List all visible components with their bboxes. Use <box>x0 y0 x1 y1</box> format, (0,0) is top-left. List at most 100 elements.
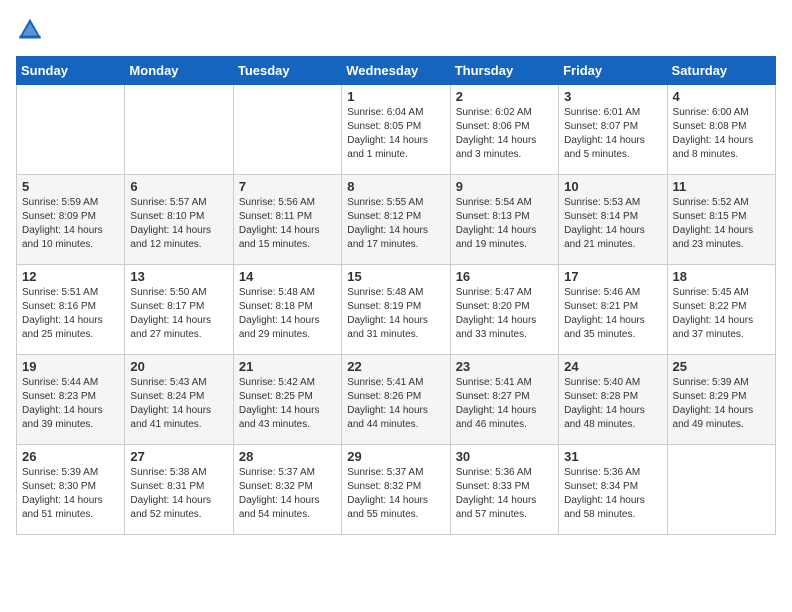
calendar-cell <box>667 445 775 535</box>
calendar-cell: 9 Sunrise: 5:54 AM Sunset: 8:13 PM Daylig… <box>450 175 558 265</box>
cell-content: Sunrise: 5:39 AM Sunset: 8:30 PM Dayligh… <box>22 466 119 522</box>
calendar-cell: 30 Sunrise: 5:36 AM Sunset: 8:33 PM Dayli… <box>450 445 558 535</box>
cell-content: Sunrise: 5:47 AM Sunset: 8:20 PM Dayligh… <box>456 286 553 342</box>
calendar-cell: 25 Sunrise: 5:39 AM Sunset: 8:29 PM Dayli… <box>667 355 775 445</box>
calendar-cell: 31 Sunrise: 5:36 AM Sunset: 8:34 PM Dayli… <box>559 445 667 535</box>
cell-content: Sunrise: 5:50 AM Sunset: 8:17 PM Dayligh… <box>130 286 227 342</box>
calendar-cell: 24 Sunrise: 5:40 AM Sunset: 8:28 PM Dayli… <box>559 355 667 445</box>
calendar-cell: 7Sunrise: 5:56 AM Sunset: 8:11 PM Daylig… <box>233 175 341 265</box>
calendar-cell: 26Sunrise: 5:39 AM Sunset: 8:30 PM Dayli… <box>17 445 125 535</box>
day-number: 21 <box>239 359 336 374</box>
day-number: 5 <box>22 179 119 194</box>
day-number: 24 <box>564 359 661 374</box>
day-number: 22 <box>347 359 444 374</box>
calendar-cell: 6 Sunrise: 5:57 AM Sunset: 8:10 PM Daylig… <box>125 175 233 265</box>
calendar-cell: 29 Sunrise: 5:37 AM Sunset: 8:32 PM Dayli… <box>342 445 450 535</box>
day-number: 17 <box>564 269 661 284</box>
day-header-monday: Monday <box>125 57 233 85</box>
cell-content: Sunrise: 5:54 AM Sunset: 8:13 PM Dayligh… <box>456 196 553 252</box>
calendar-cell: 20 Sunrise: 5:43 AM Sunset: 8:24 PM Dayli… <box>125 355 233 445</box>
day-header-wednesday: Wednesday <box>342 57 450 85</box>
day-number: 13 <box>130 269 227 284</box>
day-headers-row: SundayMondayTuesdayWednesdayThursdayFrid… <box>17 57 776 85</box>
cell-content: Sunrise: 5:43 AM Sunset: 8:24 PM Dayligh… <box>130 376 227 432</box>
day-header-saturday: Saturday <box>667 57 775 85</box>
day-number: 23 <box>456 359 553 374</box>
calendar-cell: 15 Sunrise: 5:48 AM Sunset: 8:19 PM Dayli… <box>342 265 450 355</box>
cell-content: Sunrise: 5:55 AM Sunset: 8:12 PM Dayligh… <box>347 196 444 252</box>
cell-content: Sunrise: 5:57 AM Sunset: 8:10 PM Dayligh… <box>130 196 227 252</box>
calendar-cell: 17 Sunrise: 5:46 AM Sunset: 8:21 PM Dayli… <box>559 265 667 355</box>
calendar-cell: 5 Sunrise: 5:59 AM Sunset: 8:09 PM Daylig… <box>17 175 125 265</box>
calendar-cell: 8 Sunrise: 5:55 AM Sunset: 8:12 PM Daylig… <box>342 175 450 265</box>
day-header-sunday: Sunday <box>17 57 125 85</box>
cell-content: Sunrise: 5:42 AM Sunset: 8:25 PM Dayligh… <box>239 376 336 432</box>
cell-content: Sunrise: 5:40 AM Sunset: 8:28 PM Dayligh… <box>564 376 661 432</box>
cell-content: Sunrise: 6:01 AM Sunset: 8:07 PM Dayligh… <box>564 106 661 162</box>
calendar-cell: 4 Sunrise: 6:00 AM Sunset: 8:08 PM Daylig… <box>667 85 775 175</box>
calendar-week-row: 26Sunrise: 5:39 AM Sunset: 8:30 PM Dayli… <box>17 445 776 535</box>
day-number: 2 <box>456 89 553 104</box>
calendar-cell: 10Sunrise: 5:53 AM Sunset: 8:14 PM Dayli… <box>559 175 667 265</box>
day-number: 16 <box>456 269 553 284</box>
calendar-cell: 21 Sunrise: 5:42 AM Sunset: 8:25 PM Dayli… <box>233 355 341 445</box>
day-number: 15 <box>347 269 444 284</box>
calendar-week-row: 5 Sunrise: 5:59 AM Sunset: 8:09 PM Daylig… <box>17 175 776 265</box>
day-header-thursday: Thursday <box>450 57 558 85</box>
calendar-cell <box>17 85 125 175</box>
calendar-cell: 28Sunrise: 5:37 AM Sunset: 8:32 PM Dayli… <box>233 445 341 535</box>
cell-content: Sunrise: 6:00 AM Sunset: 8:08 PM Dayligh… <box>673 106 770 162</box>
calendar-cell: 14 Sunrise: 5:48 AM Sunset: 8:18 PM Dayli… <box>233 265 341 355</box>
cell-content: Sunrise: 5:48 AM Sunset: 8:19 PM Dayligh… <box>347 286 444 342</box>
cell-content: Sunrise: 5:45 AM Sunset: 8:22 PM Dayligh… <box>673 286 770 342</box>
cell-content: Sunrise: 5:36 AM Sunset: 8:34 PM Dayligh… <box>564 466 661 522</box>
calendar-cell: 16 Sunrise: 5:47 AM Sunset: 8:20 PM Dayli… <box>450 265 558 355</box>
logo-icon <box>16 16 44 44</box>
cell-content: Sunrise: 5:41 AM Sunset: 8:26 PM Dayligh… <box>347 376 444 432</box>
day-number: 29 <box>347 449 444 464</box>
day-number: 14 <box>239 269 336 284</box>
calendar-week-row: 19Sunrise: 5:44 AM Sunset: 8:23 PM Dayli… <box>17 355 776 445</box>
day-number: 20 <box>130 359 227 374</box>
cell-content: Sunrise: 6:02 AM Sunset: 8:06 PM Dayligh… <box>456 106 553 162</box>
cell-content: Sunrise: 5:52 AM Sunset: 8:15 PM Dayligh… <box>673 196 770 252</box>
cell-content: Sunrise: 6:04 AM Sunset: 8:05 PM Dayligh… <box>347 106 444 162</box>
cell-content: Sunrise: 5:53 AM Sunset: 8:14 PM Dayligh… <box>564 196 661 252</box>
day-number: 12 <box>22 269 119 284</box>
day-header-friday: Friday <box>559 57 667 85</box>
calendar-cell <box>125 85 233 175</box>
day-number: 6 <box>130 179 227 194</box>
day-number: 9 <box>456 179 553 194</box>
cell-content: Sunrise: 5:39 AM Sunset: 8:29 PM Dayligh… <box>673 376 770 432</box>
calendar-cell: 11Sunrise: 5:52 AM Sunset: 8:15 PM Dayli… <box>667 175 775 265</box>
day-number: 25 <box>673 359 770 374</box>
cell-content: Sunrise: 5:38 AM Sunset: 8:31 PM Dayligh… <box>130 466 227 522</box>
calendar-table: SundayMondayTuesdayWednesdayThursdayFrid… <box>16 56 776 535</box>
day-number: 8 <box>347 179 444 194</box>
page-header <box>16 16 776 44</box>
cell-content: Sunrise: 5:59 AM Sunset: 8:09 PM Dayligh… <box>22 196 119 252</box>
cell-content: Sunrise: 5:46 AM Sunset: 8:21 PM Dayligh… <box>564 286 661 342</box>
day-number: 4 <box>673 89 770 104</box>
calendar-cell: 13 Sunrise: 5:50 AM Sunset: 8:17 PM Dayli… <box>125 265 233 355</box>
day-number: 31 <box>564 449 661 464</box>
calendar-cell: 2 Sunrise: 6:02 AM Sunset: 8:06 PM Daylig… <box>450 85 558 175</box>
calendar-cell: 22 Sunrise: 5:41 AM Sunset: 8:26 PM Dayli… <box>342 355 450 445</box>
day-number: 30 <box>456 449 553 464</box>
calendar-cell: 18 Sunrise: 5:45 AM Sunset: 8:22 PM Dayli… <box>667 265 775 355</box>
cell-content: Sunrise: 5:51 AM Sunset: 8:16 PM Dayligh… <box>22 286 119 342</box>
calendar-cell: 19Sunrise: 5:44 AM Sunset: 8:23 PM Dayli… <box>17 355 125 445</box>
calendar-cell: 23Sunrise: 5:41 AM Sunset: 8:27 PM Dayli… <box>450 355 558 445</box>
logo <box>16 16 48 44</box>
calendar-cell: 27 Sunrise: 5:38 AM Sunset: 8:31 PM Dayli… <box>125 445 233 535</box>
calendar-cell <box>233 85 341 175</box>
day-number: 18 <box>673 269 770 284</box>
day-number: 1 <box>347 89 444 104</box>
day-number: 7 <box>239 179 336 194</box>
day-number: 28 <box>239 449 336 464</box>
cell-content: Sunrise: 5:37 AM Sunset: 8:32 PM Dayligh… <box>347 466 444 522</box>
cell-content: Sunrise: 5:36 AM Sunset: 8:33 PM Dayligh… <box>456 466 553 522</box>
day-number: 27 <box>130 449 227 464</box>
cell-content: Sunrise: 5:48 AM Sunset: 8:18 PM Dayligh… <box>239 286 336 342</box>
cell-content: Sunrise: 5:44 AM Sunset: 8:23 PM Dayligh… <box>22 376 119 432</box>
